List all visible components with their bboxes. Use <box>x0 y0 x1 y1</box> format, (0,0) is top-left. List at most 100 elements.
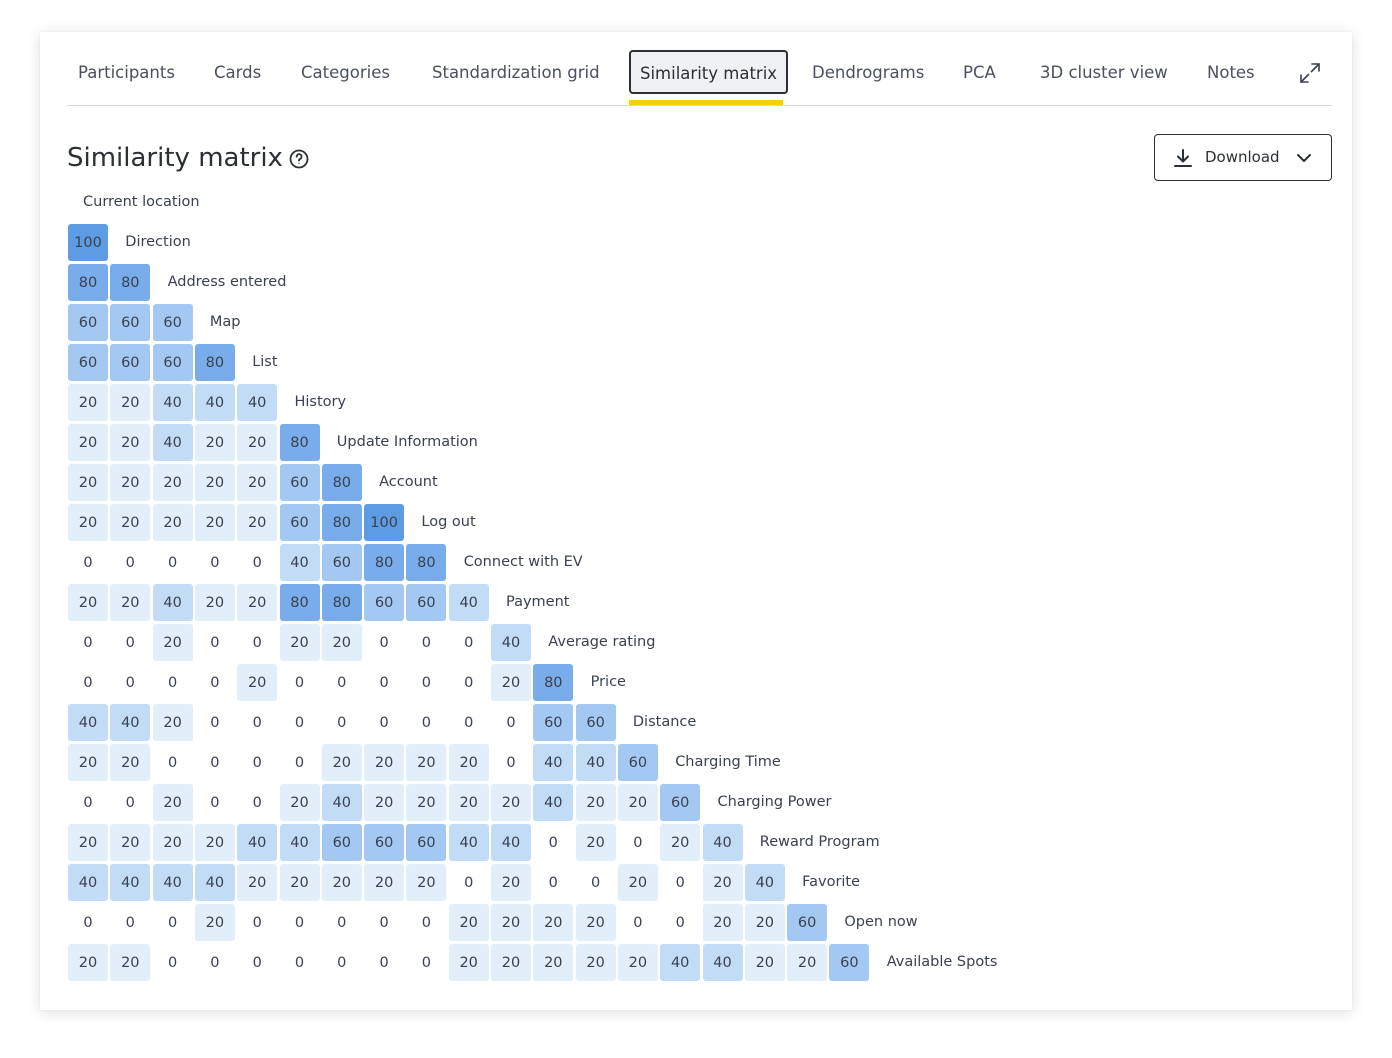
matrix-cell: 60 <box>110 344 151 381</box>
similarity-matrix-panel: Participants Cards Categories Standardiz… <box>40 32 1352 1010</box>
matrix-cell: 0 <box>252 714 262 731</box>
matrix-cell: 20 <box>110 504 151 541</box>
matrix-cell: 20 <box>237 424 278 461</box>
matrix-cell: 0 <box>294 674 305 691</box>
matrix-cell: 20 <box>617 944 658 981</box>
similarity-matrix-heatmap: Current location 100 Direction 80 80 Address … <box>40 32 1352 1010</box>
matrix-cell: 20 <box>68 504 108 541</box>
matrix-cell: 0 <box>464 634 474 651</box>
matrix-cell: 80 <box>110 264 151 301</box>
matrix-cell: 0 <box>83 674 93 691</box>
matrix-cell: 20 <box>152 824 193 861</box>
matrix-cell: 0 <box>252 634 262 651</box>
matrix-cell: 20 <box>533 944 574 981</box>
matrix-cell: 20 <box>702 904 743 941</box>
matrix-row-label: Reward Program <box>759 834 880 850</box>
matrix-cell: 20 <box>194 904 235 941</box>
matrix-cell: 40 <box>152 424 193 461</box>
matrix-cell: 20 <box>194 424 235 461</box>
matrix-cell: 0 <box>379 954 389 971</box>
matrix-cell: 80 <box>321 584 362 621</box>
matrix-cell: 40 <box>279 544 320 581</box>
matrix-row-label: Distance <box>632 714 697 730</box>
matrix-cell: 0 <box>210 554 220 571</box>
matrix-cell: 0 <box>167 914 178 931</box>
matrix-cell: 40 <box>152 384 193 421</box>
matrix-cell: 0 <box>379 674 389 691</box>
matrix-cell: 20 <box>279 784 320 821</box>
matrix-cell: 0 <box>590 874 601 891</box>
matrix-cell: 20 <box>321 624 362 661</box>
matrix-row-label: Available Spots <box>886 954 998 970</box>
matrix-cell: 20 <box>406 744 447 781</box>
matrix-cell: 0 <box>252 954 262 971</box>
matrix-cell: 0 <box>210 714 220 731</box>
matrix-cell: 0 <box>125 554 135 571</box>
matrix-cell: 0 <box>337 914 347 931</box>
matrix-cell: 0 <box>252 914 262 931</box>
matrix-cell: 0 <box>167 674 178 691</box>
matrix-cell: 20 <box>617 784 658 821</box>
matrix-cell: 20 <box>194 824 235 861</box>
matrix-cell: 20 <box>152 784 193 821</box>
matrix-cell: 20 <box>617 864 658 901</box>
matrix-cell: 20 <box>448 904 489 941</box>
matrix-cell: 20 <box>68 824 108 861</box>
matrix-cell: 60 <box>364 824 405 861</box>
matrix-cell: 0 <box>252 554 262 571</box>
matrix-cell: 20 <box>152 624 193 661</box>
matrix-cell: 0 <box>252 794 262 811</box>
matrix-cell: 20 <box>321 864 362 901</box>
matrix-cell: 0 <box>210 954 220 971</box>
matrix-row-label: List <box>252 354 278 370</box>
matrix-cell: 60 <box>110 304 151 341</box>
matrix-row-label: Charging Power <box>717 794 832 810</box>
matrix-row-label: Current location <box>83 194 200 210</box>
matrix-cell: 0 <box>337 954 347 971</box>
matrix-cell: 60 <box>152 344 193 381</box>
matrix-cell: 0 <box>210 674 220 691</box>
matrix-cell: 0 <box>337 674 347 691</box>
matrix-cell: 100 <box>68 224 108 261</box>
matrix-row-label: Map <box>209 314 241 330</box>
matrix-cell: 0 <box>294 954 305 971</box>
matrix-cell: 60 <box>406 824 447 861</box>
matrix-cell: 100 <box>364 504 405 541</box>
matrix-cell: 20 <box>237 464 278 501</box>
matrix-cell: 20 <box>448 944 489 981</box>
matrix-cell: 20 <box>491 664 531 701</box>
matrix-cell: 20 <box>575 784 616 821</box>
matrix-cell: 60 <box>787 904 828 941</box>
matrix-cell: 20 <box>194 464 235 501</box>
matrix-cell: 20 <box>152 464 193 501</box>
matrix-cell: 0 <box>83 914 93 931</box>
matrix-cell: 0 <box>210 794 220 811</box>
matrix-cell: 60 <box>533 704 574 741</box>
matrix-row-label: Payment <box>506 594 570 610</box>
matrix-cell: 40 <box>448 584 489 621</box>
matrix-cell: 0 <box>252 754 262 771</box>
matrix-cell: 20 <box>702 864 743 901</box>
matrix-cell: 40 <box>533 784 574 821</box>
matrix-cell: 20 <box>152 504 193 541</box>
matrix-cell: 40 <box>237 384 278 421</box>
matrix-cell: 20 <box>68 744 108 781</box>
matrix-cell: 40 <box>660 944 701 981</box>
matrix-row-label: Update Information <box>336 434 478 450</box>
matrix-cell: 20 <box>68 464 108 501</box>
matrix-cell: 40 <box>152 864 193 901</box>
matrix-cell: 60 <box>617 744 658 781</box>
matrix-cell: 0 <box>633 834 643 851</box>
matrix-cell: 60 <box>829 944 870 981</box>
matrix-cell: 40 <box>575 744 616 781</box>
matrix-cell: 20 <box>68 584 108 621</box>
matrix-cell: 0 <box>125 634 135 651</box>
matrix-cell: 0 <box>506 714 516 731</box>
matrix-cell: 20 <box>237 504 278 541</box>
matrix-cell: 20 <box>491 904 531 941</box>
matrix-row-label: Connect with EV <box>463 554 583 570</box>
matrix-cell: 40 <box>533 744 574 781</box>
matrix-cell: 40 <box>68 864 108 901</box>
matrix-cell: 20 <box>110 384 151 421</box>
matrix-cell: 80 <box>194 344 235 381</box>
